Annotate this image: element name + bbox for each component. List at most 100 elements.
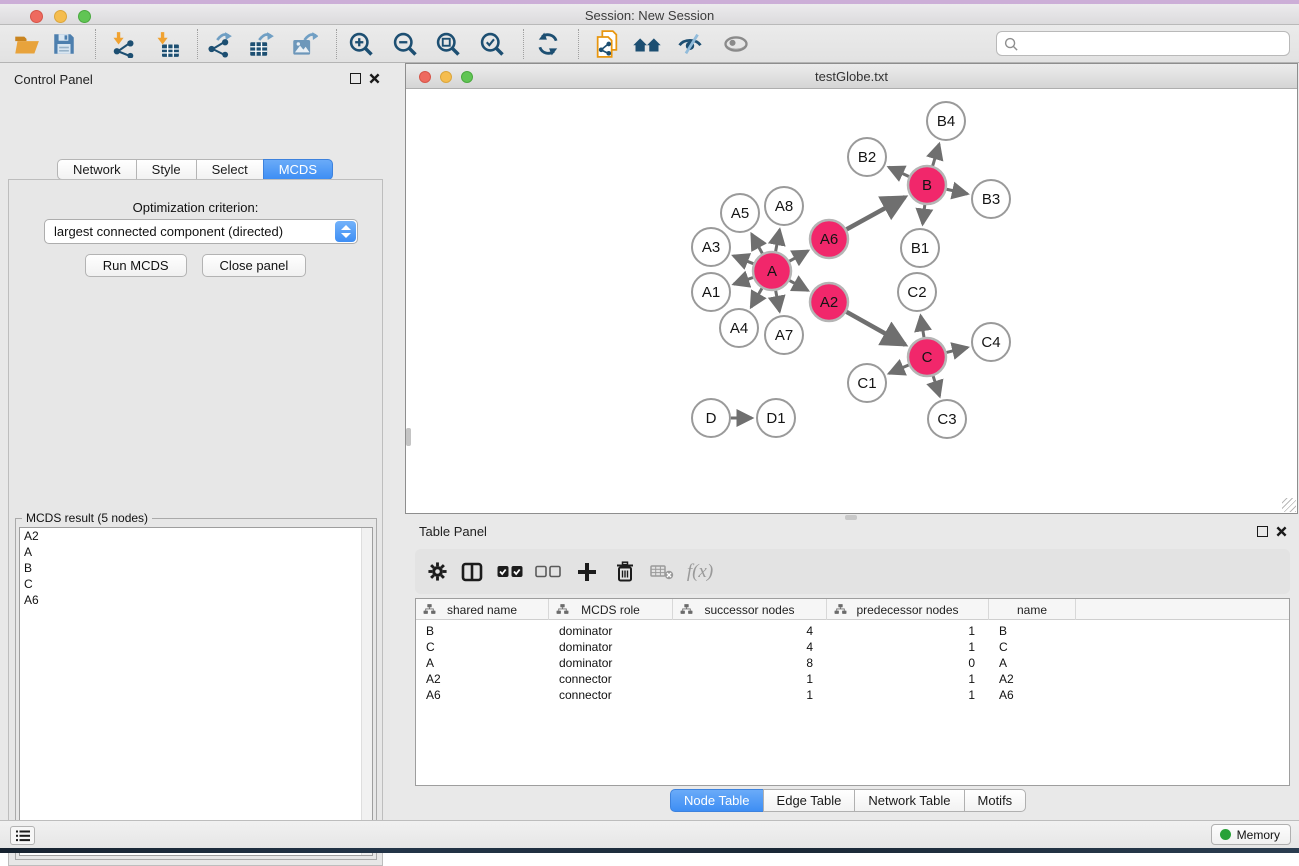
result-item[interactable]: C — [20, 576, 372, 592]
graph-node-A6[interactable]: A6 — [810, 220, 848, 258]
tab-network-table[interactable]: Network Table — [854, 789, 964, 812]
tab-network[interactable]: Network — [57, 159, 137, 180]
graph-edge-B-B2[interactable] — [889, 167, 909, 176]
result-item[interactable]: A2 — [20, 528, 372, 544]
deselect-all-checks-icon[interactable] — [531, 555, 565, 588]
column-header-successor-nodes[interactable]: successor nodes — [673, 599, 827, 620]
table-row[interactable]: Adominator80A — [416, 655, 1289, 671]
graph-node-A1[interactable]: A1 — [692, 273, 730, 311]
graph-node-B1[interactable]: B1 — [901, 229, 939, 267]
graph-node-B[interactable]: B — [908, 166, 946, 204]
graph-edge-B-B1[interactable] — [923, 205, 925, 224]
float-table-panel-icon[interactable] — [1257, 526, 1268, 537]
table-row[interactable]: Bdominator41B — [416, 623, 1289, 639]
graph-node-C3[interactable]: C3 — [928, 400, 966, 438]
graph-edge-A-A8[interactable] — [776, 230, 780, 252]
graph-node-A5[interactable]: A5 — [721, 194, 759, 232]
horizontal-splitter-handle[interactable] — [845, 515, 857, 520]
graph-edge-A-A4[interactable] — [751, 288, 762, 307]
graph-node-A[interactable]: A — [753, 252, 791, 290]
graph-edge-C-C2[interactable] — [921, 316, 924, 338]
import-table-icon[interactable] — [147, 27, 185, 61]
save-session-icon[interactable] — [45, 27, 83, 61]
tab-node-table[interactable]: Node Table — [670, 789, 764, 812]
tab-edge-table[interactable]: Edge Table — [763, 789, 856, 812]
search-input[interactable] — [1023, 33, 1285, 54]
graph-edge-A6-B[interactable] — [847, 197, 906, 229]
tab-select[interactable]: Select — [196, 159, 264, 180]
zoom-out-icon[interactable] — [386, 27, 424, 61]
import-network-icon[interactable] — [103, 27, 141, 61]
delete-table-icon[interactable] — [645, 555, 679, 588]
select-all-checks-icon[interactable] — [493, 555, 527, 588]
result-item[interactable]: B — [20, 560, 372, 576]
run-mcds-button[interactable]: Run MCDS — [85, 254, 187, 277]
graph-node-C2[interactable]: C2 — [898, 273, 936, 311]
close-table-panel-icon[interactable] — [1276, 526, 1287, 537]
column-visibility-icon[interactable] — [455, 555, 489, 588]
delete-column-icon[interactable] — [608, 555, 642, 588]
hide-unselected-icon[interactable] — [671, 27, 709, 61]
graph-node-B2[interactable]: B2 — [848, 138, 886, 176]
close-panel-button[interactable]: Close panel — [202, 254, 307, 277]
graph-node-A4[interactable]: A4 — [720, 309, 758, 347]
graph-edge-C-C3[interactable] — [933, 376, 939, 396]
network-graph[interactable]: B4 B2 B B3 A8A5 A6 A3 B1 A A1 C2 A2 A4A7 C4 C C1 C3 D D1 — [406, 89, 1297, 514]
memory-button[interactable]: Memory — [1211, 824, 1291, 845]
graph-edge-A2-C[interactable] — [846, 312, 905, 345]
graph-edge-A-A3[interactable] — [733, 256, 753, 264]
vertical-splitter-handle[interactable] — [406, 428, 411, 446]
graph-edge-A-A7[interactable] — [776, 291, 780, 312]
graph-edge-A-A5[interactable] — [752, 234, 763, 253]
export-table-icon[interactable] — [242, 27, 280, 61]
column-header-shared-name[interactable]: shared name — [416, 599, 549, 620]
tab-mcds[interactable]: MCDS — [263, 159, 333, 180]
graph-node-A7[interactable]: A7 — [765, 316, 803, 354]
graph-node-A2[interactable]: A2 — [810, 283, 848, 321]
export-image-icon[interactable] — [285, 27, 323, 61]
graph-node-C4[interactable]: C4 — [972, 323, 1010, 361]
refresh-view-icon[interactable] — [529, 27, 567, 61]
tab-style[interactable]: Style — [136, 159, 197, 180]
graph-node-C[interactable]: C — [908, 338, 946, 376]
graph-edge-C-C4[interactable] — [946, 347, 967, 352]
result-item[interactable]: A6 — [20, 592, 372, 608]
table-options-gear-icon[interactable] — [420, 555, 454, 588]
tab-motifs[interactable]: Motifs — [964, 789, 1027, 812]
export-network-icon[interactable] — [200, 27, 238, 61]
criterion-dropdown[interactable]: largest connected component (directed) — [44, 219, 358, 244]
graph-node-D1[interactable]: D1 — [757, 399, 795, 437]
add-column-icon[interactable] — [570, 555, 604, 588]
task-history-button[interactable] — [10, 826, 35, 845]
function-builder-icon[interactable]: f(x) — [683, 555, 717, 588]
graph-edge-A-A6[interactable] — [789, 251, 808, 261]
graph-node-D[interactable]: D — [692, 399, 730, 437]
column-header-name[interactable]: name — [989, 599, 1076, 620]
float-panel-icon[interactable] — [350, 73, 361, 84]
column-header-predecessor-nodes[interactable]: predecessor nodes — [827, 599, 989, 620]
graph-node-C1[interactable]: C1 — [848, 364, 886, 402]
show-all-eye-icon[interactable] — [717, 27, 755, 61]
result-item[interactable]: A — [20, 544, 372, 560]
graph-node-A3[interactable]: A3 — [692, 228, 730, 266]
graph-edge-A-A2[interactable] — [790, 281, 808, 291]
result-scrollbar[interactable] — [361, 528, 372, 855]
graph-node-A8[interactable]: A8 — [765, 187, 803, 225]
zoom-selected-icon[interactable] — [473, 27, 511, 61]
graph-edge-A-A1[interactable] — [734, 278, 753, 285]
graph-edge-B-B3[interactable] — [947, 189, 968, 194]
table-row[interactable]: A6connector11A6 — [416, 687, 1289, 703]
graph-node-B4[interactable]: B4 — [927, 102, 965, 140]
graph-edge-B-B4[interactable] — [933, 144, 939, 166]
graph-edge-C-C1[interactable] — [889, 365, 909, 374]
window-resize-grip[interactable] — [1282, 498, 1296, 512]
column-header-MCDS-role[interactable]: MCDS role — [549, 599, 673, 620]
home-view-icon[interactable] — [628, 27, 666, 61]
close-panel-icon[interactable] — [369, 73, 380, 84]
zoom-in-icon[interactable] — [342, 27, 380, 61]
table-row[interactable]: A2connector11A2 — [416, 671, 1289, 687]
table-row[interactable]: Cdominator41C — [416, 639, 1289, 655]
network-from-file-icon[interactable] — [588, 27, 626, 61]
graph-node-B3[interactable]: B3 — [972, 180, 1010, 218]
zoom-fit-icon[interactable] — [429, 27, 467, 61]
